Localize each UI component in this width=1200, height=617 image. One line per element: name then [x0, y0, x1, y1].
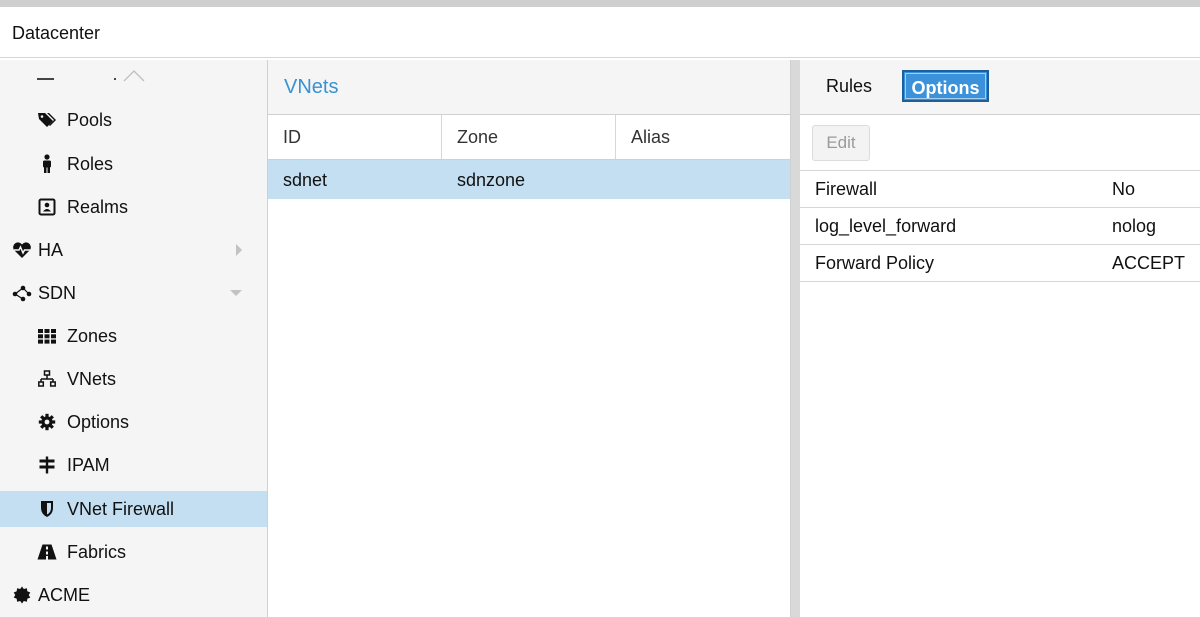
option-value: ACCEPT: [1112, 253, 1186, 273]
tab-bar: Rules Options: [800, 60, 1200, 115]
sidebar-item-sdn[interactable]: SDN: [0, 275, 267, 311]
vnets-panel: VNets ID Zone Alias sdnet sdnzone: [268, 60, 791, 617]
th-icon: [37, 326, 57, 346]
signpost-icon: [37, 455, 57, 475]
cell-id: sdnet: [283, 170, 328, 190]
collapse-down-icon[interactable]: [230, 290, 242, 296]
grid-header: ID Zone Alias: [268, 115, 790, 160]
sidebar-item-fabrics[interactable]: Fabrics: [0, 534, 267, 570]
sidebar-item-label: Fabrics: [67, 541, 127, 562]
sidebar-item-label: Roles: [67, 153, 114, 174]
sdn-icon: [12, 283, 32, 303]
sidebar: Pools Roles Realms HA SDN Zones VNets Op…: [0, 60, 268, 617]
sidebar-item-ha[interactable]: HA: [0, 232, 267, 268]
options-row[interactable]: Forward Policy ACCEPT: [800, 245, 1200, 282]
options-row[interactable]: log_level_forward nolog: [800, 208, 1200, 245]
shield-icon: [37, 499, 57, 519]
male-icon: [37, 154, 57, 174]
sidebar-item-label: VNet Firewall: [67, 498, 175, 519]
firewall-panel: Rules Options Edit Firewall No log_level…: [800, 60, 1200, 617]
scroll-up-icon[interactable]: [123, 69, 145, 83]
panel-splitter[interactable]: [791, 60, 800, 617]
sidebar-item-zones[interactable]: Zones: [0, 318, 267, 354]
edit-button[interactable]: Edit: [812, 125, 870, 161]
column-header-alias[interactable]: Alias: [616, 115, 790, 159]
sidebar-item-pools[interactable]: Pools: [0, 102, 267, 138]
toolbar: Edit: [800, 115, 1200, 171]
sidebar-item-label: IPAM: [67, 454, 110, 475]
sidebar-item-label: HA: [38, 239, 64, 260]
sidebar-item-roles[interactable]: Roles: [0, 146, 267, 182]
tab-options[interactable]: Options: [902, 70, 989, 102]
road-icon: [37, 542, 57, 562]
table-row[interactable]: sdnet sdnzone: [268, 160, 790, 199]
sidebar-item-label: Options: [67, 411, 130, 432]
heartbeat-icon: [12, 240, 32, 260]
tab-rules[interactable]: Rules: [816, 70, 882, 102]
partial-item: [37, 78, 54, 80]
options-row[interactable]: Firewall No: [800, 171, 1200, 208]
sidebar-item-vnet-firewall[interactable]: VNet Firewall: [0, 491, 267, 527]
option-value: nolog: [1112, 216, 1157, 236]
sidebar-item-ipam[interactable]: IPAM: [0, 447, 267, 483]
certificate-icon: [12, 585, 32, 605]
option-key: Firewall: [815, 179, 878, 199]
option-key: Forward Policy: [815, 253, 935, 273]
sidebar-item-vnets[interactable]: VNets: [0, 361, 267, 397]
cell-zone: sdnzone: [457, 170, 526, 190]
sidebar-item-label: SDN: [38, 282, 77, 303]
breadcrumb-bar: Datacenter: [0, 7, 1200, 58]
gear-icon: [37, 412, 57, 432]
option-value: No: [1112, 179, 1136, 199]
column-header-id[interactable]: ID: [268, 115, 442, 159]
sidebar-item-label: Pools: [67, 109, 113, 130]
sidebar-item-label: Realms: [67, 196, 129, 217]
sidebar-item-options[interactable]: Options: [0, 404, 267, 440]
option-key: log_level_forward: [815, 216, 957, 236]
partial-dot: [114, 78, 116, 80]
expand-right-icon[interactable]: [236, 244, 242, 256]
sidebar-item-label: Zones: [67, 325, 118, 346]
sidebar-item-acme[interactable]: ACME: [0, 577, 267, 613]
panel-title: VNets: [284, 76, 339, 98]
top-border: [0, 0, 1200, 7]
column-header-zone[interactable]: Zone: [442, 115, 616, 159]
tags-icon: [37, 110, 57, 130]
network-icon: [37, 369, 57, 389]
address-book-icon: [37, 197, 57, 217]
sidebar-item-label: VNets: [67, 368, 117, 389]
sidebar-item-realms[interactable]: Realms: [0, 189, 267, 225]
sidebar-item-label: ACME: [38, 584, 91, 605]
page-title: Datacenter: [12, 23, 101, 43]
panel-header: VNets: [268, 60, 790, 115]
